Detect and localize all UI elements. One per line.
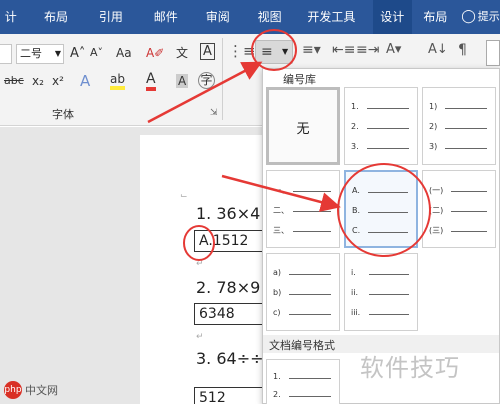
subscript-icon[interactable]: x₂	[32, 74, 44, 88]
ribbon-tab-bar: 计 布局 引用 邮件 审阅 视图 开发工具 设计 布局 ◯ 提示	[0, 0, 500, 34]
show-marks-icon[interactable]: ¶	[458, 42, 467, 58]
tab-view[interactable]: 视图	[245, 0, 294, 34]
question-3: 3. 64÷÷	[196, 349, 264, 368]
highlight-icon[interactable]: ab	[110, 72, 125, 90]
multilevel-list-icon[interactable]: ≡▾	[302, 42, 321, 58]
tab-references[interactable]: 引用	[86, 0, 135, 34]
enclose-characters-icon[interactable]: 字	[198, 72, 215, 89]
font-name-dropdown[interactable]	[0, 44, 12, 64]
font-group-label: 字体	[52, 108, 74, 121]
increase-indent-icon[interactable]: ≡⇥	[356, 42, 379, 58]
word-window: 计 布局 引用 邮件 审阅 视图 开发工具 设计 布局 ◯ 提示 二号 ▼ A˄…	[0, 0, 500, 404]
numbering-format-lowercase-letter[interactable]: a) b) c)	[266, 253, 340, 331]
numbering-format-uppercase-letter[interactable]: A. B. C.	[344, 170, 418, 248]
character-shading-icon[interactable]: A	[176, 74, 189, 88]
strikethrough-icon[interactable]: abc	[4, 74, 24, 87]
document-numbering-format[interactable]: 1. 2.	[266, 359, 340, 404]
lightbulb-icon: ◯	[461, 9, 476, 24]
numbering-button[interactable]: ≡ ▼	[255, 40, 293, 64]
shrink-font-icon[interactable]: A˅	[90, 46, 103, 59]
paragraph-mark: ↵	[196, 259, 204, 269]
tab-table-layout[interactable]: 布局	[416, 0, 455, 34]
styles-gallery[interactable]	[486, 40, 500, 66]
sort-icon[interactable]: A↓	[428, 42, 448, 57]
bullets-icon[interactable]: ⋮≡	[228, 42, 256, 60]
font-dialog-launcher-icon[interactable]: ⇲	[210, 108, 218, 118]
numbering-format-arabic-dot[interactable]: 1. 2. 3.	[344, 87, 418, 165]
font-color-icon[interactable]: A	[146, 72, 156, 91]
chevron-down-icon: ▼	[282, 47, 289, 56]
change-case-icon[interactable]: Aa	[116, 46, 132, 60]
tab-mailings[interactable]: 邮件	[141, 0, 190, 34]
tab-developer[interactable]: 开发工具	[300, 0, 363, 34]
asian-layout-icon[interactable]: A▾	[386, 42, 401, 57]
site-logo: php 中文网	[4, 381, 58, 399]
text-effects-icon[interactable]: A	[80, 72, 90, 90]
numbering-library-title: 编号库	[283, 73, 316, 86]
tab-review[interactable]: 审阅	[194, 0, 241, 34]
numbering-format-arabic-paren[interactable]: 1) 2) 3)	[422, 87, 496, 165]
numbering-icon: ≡	[261, 44, 273, 60]
numbering-format-chinese[interactable]: 一、 二、 三、	[266, 170, 340, 248]
chevron-down-icon: ▼	[54, 49, 61, 58]
superscript-icon[interactable]: x²	[52, 74, 64, 88]
numbering-format-chinese-paren[interactable]: (一) (二) (三)	[422, 170, 496, 248]
clear-format-icon[interactable]: A✐	[146, 46, 164, 60]
php-logo-icon: php	[4, 381, 22, 399]
font-size-dropdown[interactable]: 二号 ▼	[16, 44, 64, 64]
numbering-format-roman[interactable]: i. ii. iii.	[344, 253, 418, 331]
none-label: 无	[296, 122, 310, 137]
question-2: 2. 78×9	[196, 278, 261, 297]
question-1: 1. 36×4	[196, 204, 261, 223]
tab-layout[interactable]: 布局	[32, 0, 81, 34]
watermark-text: 软件技巧	[360, 354, 460, 382]
corner-mark: ⌙	[180, 191, 188, 201]
numbering-none[interactable]: 无	[266, 87, 340, 165]
group-divider	[222, 38, 223, 120]
tab-design[interactable]: 设计	[372, 0, 412, 34]
grow-font-icon[interactable]: A˄	[70, 46, 85, 61]
paragraph-mark: ↵	[196, 332, 204, 342]
decrease-indent-icon[interactable]: ⇤≡	[332, 42, 355, 58]
phonetic-guide-icon[interactable]: 文	[176, 44, 188, 61]
tell-me-box[interactable]: ◯ 提示	[461, 0, 500, 34]
tab-design-partial[interactable]: 计	[0, 0, 22, 34]
character-border-icon[interactable]: A	[200, 43, 215, 60]
